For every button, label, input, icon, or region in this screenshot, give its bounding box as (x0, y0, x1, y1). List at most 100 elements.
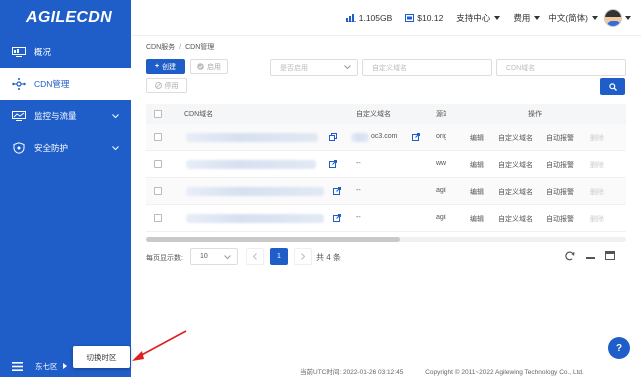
custom-domain-value: -- (356, 187, 361, 194)
row-checkbox[interactable] (154, 214, 162, 222)
auto-alert-link[interactable]: 自动报警 (546, 214, 574, 224)
agilecdn-logo[interactable]: AGILECDN (0, 0, 131, 36)
custom-domain-placeholder: 自定义域名 (372, 64, 407, 72)
sidebar-item-overview[interactable]: 概况 (0, 36, 131, 68)
cdn-table: CDN域名 自定义域名 源站 操作 oc3.com orig 编辑 自定义域名 … (146, 104, 626, 232)
delete-link[interactable]: 删除 (590, 160, 604, 170)
breadcrumb-root[interactable]: CDN服务 (146, 44, 175, 51)
page-size-select[interactable]: 10 (190, 248, 238, 265)
scrollbar-thumb[interactable] (146, 237, 400, 242)
current-page-number: 1 (277, 253, 281, 260)
select-all-checkbox[interactable] (154, 110, 162, 118)
user-avatar[interactable] (604, 8, 622, 27)
custom-domain-link[interactable]: 自定义域名 (498, 214, 533, 224)
page-1-button[interactable]: 1 (270, 248, 288, 265)
minimize-icon[interactable] (586, 257, 595, 259)
row-checkbox[interactable] (154, 160, 162, 168)
origin-value: agil (436, 214, 446, 221)
sidebar-item-security[interactable]: 安全防护 (0, 132, 131, 164)
next-page-button[interactable] (294, 248, 312, 265)
search-button[interactable] (600, 78, 625, 95)
col-actions: 操作 (528, 111, 542, 118)
usage-indicator[interactable]: 1.105GB (345, 12, 393, 23)
edit-link[interactable]: 编辑 (470, 133, 484, 143)
external-link-icon[interactable] (333, 187, 341, 195)
search-icon (608, 82, 617, 91)
chevron-down-icon (224, 255, 231, 260)
origin-value: www (436, 160, 446, 167)
balance-value: $10.12 (417, 12, 444, 23)
enable-button[interactable]: 启用 (190, 59, 228, 74)
custom-domain-input[interactable]: 自定义域名 (362, 59, 492, 76)
custom-domain-value: -- (356, 160, 361, 167)
check-circle-icon (197, 63, 204, 70)
auto-alert-link[interactable]: 自动报警 (546, 160, 574, 170)
caret-down-icon[interactable] (625, 15, 631, 20)
chevron-right-icon (301, 253, 305, 260)
page-size-label: 每页显示数: (146, 255, 183, 262)
annotation-arrow (132, 330, 187, 361)
balance-icon (405, 13, 415, 22)
custom-domain-value[interactable]: oc3.com (371, 133, 397, 140)
disable-button[interactable]: 停用 (146, 78, 187, 93)
language-label: 中文(简体) (548, 12, 588, 23)
disable-label: 停用 (164, 82, 179, 90)
table-row: -- agil 编辑 自定义域名 自动报警 删除 (146, 205, 626, 232)
custom-domain-link[interactable]: 自定义域名 (498, 133, 533, 143)
cdn-domain-input[interactable]: CDN域名 (496, 59, 626, 76)
refresh-icon[interactable] (565, 251, 575, 261)
chevron-down-icon (112, 143, 119, 153)
switch-timezone-popover[interactable]: 切换时区 (73, 346, 130, 368)
shield-icon (12, 142, 26, 154)
sidebar-item-label: 监控与流量 (34, 111, 77, 121)
auto-alert-link[interactable]: 自动报警 (546, 133, 574, 143)
edit-link[interactable]: 编辑 (470, 160, 484, 170)
delete-link[interactable]: 删除 (590, 133, 604, 143)
plus-icon: + (154, 63, 160, 70)
maximize-icon[interactable] (605, 251, 615, 260)
col-cdn-domain: CDN域名 (184, 111, 214, 118)
delete-link[interactable]: 删除 (590, 187, 604, 197)
breadcrumb: CDN服务 / CDN管理 (146, 42, 214, 52)
breadcrumb-separator: / (179, 44, 182, 51)
sidebar-item-cdn-management[interactable]: CDN管理 (0, 68, 131, 100)
col-custom-domain: 自定义域名 (356, 111, 391, 118)
status-select[interactable]: 是否启用 (270, 59, 358, 76)
row-checkbox[interactable] (154, 187, 162, 195)
copy-icon[interactable] (329, 133, 337, 141)
pagination: 每页显示数: 10 1 共 4 条 (146, 248, 626, 266)
external-link-icon[interactable] (412, 133, 420, 141)
billing-label: 费用 (513, 12, 531, 23)
help-button[interactable]: ? (608, 337, 630, 359)
origin-value: orig (436, 133, 446, 140)
blurred-cdn-domain (186, 214, 324, 223)
menu-icon[interactable] (12, 361, 23, 371)
edit-link[interactable]: 编辑 (470, 187, 484, 197)
billing-menu[interactable]: 费用 (513, 12, 541, 24)
edit-link[interactable]: 编辑 (470, 214, 484, 224)
prev-page-button[interactable] (246, 248, 264, 265)
table-row: -- agil 编辑 自定义域名 自动报警 删除 (146, 178, 626, 205)
external-link-icon[interactable] (329, 160, 337, 168)
breadcrumb-current: CDN管理 (185, 44, 215, 51)
usage-value: 1.105GB (358, 12, 393, 23)
language-menu[interactable]: 中文(简体) (548, 12, 598, 24)
table-horizontal-scrollbar[interactable] (146, 237, 626, 242)
support-center-menu[interactable]: 支持中心 (456, 12, 501, 24)
row-checkbox[interactable] (154, 133, 162, 141)
custom-domain-value: -- (356, 214, 361, 221)
delete-link[interactable]: 删除 (590, 214, 604, 224)
sidebar-item-monitoring[interactable]: 监控与流量 (0, 100, 131, 132)
sidebar-item-label: CDN管理 (34, 79, 70, 89)
custom-domain-link[interactable]: 自定义域名 (498, 160, 533, 170)
sidebar-item-label: 安全防护 (34, 143, 69, 153)
external-link-icon[interactable] (333, 214, 341, 222)
auto-alert-link[interactable]: 自动报警 (546, 187, 574, 197)
network-icon (12, 78, 26, 90)
monitor-icon (12, 47, 26, 57)
create-button[interactable]: + 创建 (146, 59, 185, 74)
enable-label: 启用 (207, 63, 221, 71)
balance-indicator[interactable]: $10.12 (405, 13, 443, 23)
cdn-domain-placeholder: CDN域名 (506, 64, 536, 72)
custom-domain-link[interactable]: 自定义域名 (498, 187, 533, 197)
